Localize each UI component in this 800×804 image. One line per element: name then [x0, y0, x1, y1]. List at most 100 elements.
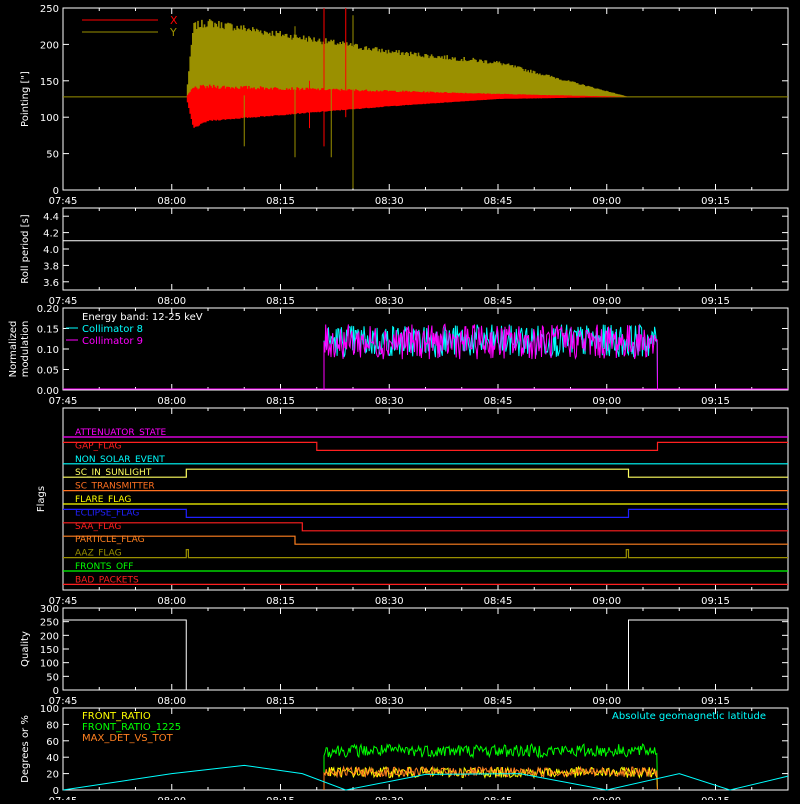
- x-tick-label: 08:15: [266, 696, 295, 707]
- y-tick-label: 100: [40, 659, 59, 670]
- quicklook-figure: 07:45 08:00 08:15 08:30 08:45 09:00 09:15 0 50 10…: [0, 0, 800, 804]
- flag-line-particle_flag: [63, 535, 788, 545]
- x-tick-label: 09:00: [592, 596, 621, 607]
- x-tick-label: 08:30: [375, 596, 404, 607]
- x-tick-label: 08:00: [157, 296, 186, 307]
- flag-label: BAD_PACKETS: [75, 575, 139, 585]
- y-tick-label: 3.8: [43, 261, 59, 272]
- latitude-series: FRONT_RATIOFRONT_RATIO_1225MAX_DET_VS_TO…: [62, 711, 789, 791]
- x-tick-label: 09:00: [592, 696, 621, 707]
- flag-label: PARTICLE_FLAG: [75, 535, 145, 545]
- y-axis-label: Degrees or %: [20, 715, 31, 783]
- quality-series: [63, 619, 788, 691]
- legend-label: FRONT_RATIO: [82, 711, 151, 722]
- x-tick-label: 08:15: [266, 596, 295, 607]
- x-tick-label: 08:00: [157, 696, 186, 707]
- flags-series: ATTENUATOR_STATE GAP_FLAG NON_SOLAR_EVENT S…: [63, 428, 788, 585]
- flag-label: ECLIPSE_FLAG: [75, 508, 139, 518]
- y-tick-label: 4.0: [43, 245, 59, 256]
- legend-label: MAX_DET_VS_TOT: [82, 733, 174, 744]
- y-tick-label: 50: [46, 672, 59, 683]
- y-tick-label: 0: [53, 786, 59, 797]
- flag-label: SAA_FLAG: [75, 522, 121, 532]
- x-tick-label: 08:45: [484, 296, 513, 307]
- y-tick-label: 40: [46, 753, 59, 764]
- x-tick-label: 09:15: [701, 196, 730, 207]
- panel-pointing: 07:45 08:00 08:15 08:30 08:45 09:00 09:15 0 50 10…: [20, 4, 789, 207]
- y-tick-label: 200: [40, 631, 59, 642]
- y-axis-label: Pointing ["]: [20, 71, 31, 127]
- y-axis-label: Normalized: [8, 321, 19, 378]
- panel-frame: [62, 207, 789, 291]
- y-tick-label: 0.10: [37, 345, 59, 356]
- y-axis-label: Quality: [20, 631, 31, 667]
- y-tick-label: 80: [46, 720, 59, 731]
- legend-label: Y: [169, 26, 177, 39]
- pointing-series: XY: [63, 8, 788, 189]
- y-axis-label: Flags: [36, 486, 47, 512]
- y-tick-label: 0.00: [37, 386, 59, 397]
- y-tick-label: 150: [40, 645, 59, 656]
- flag-label: FLARE_FLAG: [75, 495, 131, 505]
- x-tick-label: 08:30: [375, 796, 404, 800]
- x-tick-label: 08:30: [375, 696, 404, 707]
- y-tick-label: 150: [40, 77, 59, 88]
- y-tick-label: 0.20: [37, 304, 59, 315]
- y-tick-label: 0: [53, 686, 59, 697]
- x-tick-label: 08:00: [157, 196, 186, 207]
- y-tick-label: 0.15: [37, 325, 59, 336]
- x-tick-label: 08:15: [266, 296, 295, 307]
- flag-label: GAP_FLAG: [75, 441, 121, 451]
- x-tick-label: 09:15: [701, 296, 730, 307]
- y-tick-label: 100: [40, 113, 59, 124]
- panel-roll: 07:45 08:00 08:15 08:30 08:45 09:00 09:153.63.…: [20, 207, 789, 307]
- y-tick-label: 3.6: [43, 278, 59, 289]
- x-tick-label: 08:15: [266, 396, 295, 407]
- legend-label: Collimator 8: [82, 324, 143, 335]
- legend-label: Collimator 9: [82, 336, 143, 347]
- x-tick-label: 08:45: [484, 596, 513, 607]
- x-tick-label: 09:15: [701, 396, 730, 407]
- x-tick-label: 08:15: [266, 796, 295, 800]
- y-tick-label: 4.2: [43, 229, 59, 240]
- x-tick-label: 08:15: [266, 196, 295, 207]
- x-tick-label: 08:00: [157, 396, 186, 407]
- y-tick-label: 250: [40, 618, 59, 629]
- y-tick-label: 100: [40, 704, 59, 715]
- x-tick-label: 09:15: [701, 796, 730, 800]
- flag-label: SC_TRANSMITTER: [75, 482, 155, 492]
- y-tick-label: 250: [40, 4, 59, 15]
- flag-line-sc_in_sunlight: [63, 468, 788, 478]
- x-tick-label: 08:45: [484, 796, 513, 800]
- x-tick-label: 08:30: [375, 196, 404, 207]
- flag-line-aaz_flag: [63, 549, 788, 559]
- flag-line-gap_flag: [63, 441, 788, 451]
- x-tick-label: 08:30: [375, 396, 404, 407]
- x-tick-label: 09:15: [701, 596, 730, 607]
- panel-quality: 07:45 08:00 08:15 08:30 08:45 09:00 09:1505010…: [20, 604, 789, 707]
- x-tick-label: 09:00: [592, 396, 621, 407]
- x-tick-label: 07:45: [49, 396, 78, 407]
- panel-frame: [62, 407, 789, 591]
- x-tick-label: 08:45: [484, 396, 513, 407]
- x-tick-label: 08:45: [484, 196, 513, 207]
- y-axis-label: modulation: [20, 321, 31, 378]
- x-tick-label: 08:30: [375, 296, 404, 307]
- ratio-front_ratio_1225: [323, 742, 658, 791]
- flag-line-saa_flag: [63, 522, 788, 532]
- flag-label: NON_SOLAR_EVENT: [75, 455, 165, 465]
- flag-label: ATTENUATOR_STATE: [75, 428, 167, 438]
- x-tick-label: 09:00: [592, 196, 621, 207]
- y-tick-label: 50: [46, 150, 59, 161]
- quicklook-plots: 07:45 08:00 08:15 08:30 08:45 09:00 09:15 0 50 10…: [8, 4, 789, 804]
- y-tick-label: 0: [53, 186, 59, 197]
- quality-line: [63, 619, 788, 691]
- x-tick-label: 09:00: [592, 296, 621, 307]
- flag-label: SC_IN_SUNLIGHT: [75, 468, 152, 478]
- flag-label: FRONTS_OFF: [75, 562, 133, 572]
- latitude-label: Absolute geomagnetic latitude: [612, 711, 766, 722]
- x-tick-label: 08:45: [484, 696, 513, 707]
- pointing-y-band: [186, 19, 629, 99]
- modulation-series: Energy band: 12-25 keVCollimator 8Collim…: [63, 312, 788, 391]
- y-tick-label: 60: [46, 737, 59, 748]
